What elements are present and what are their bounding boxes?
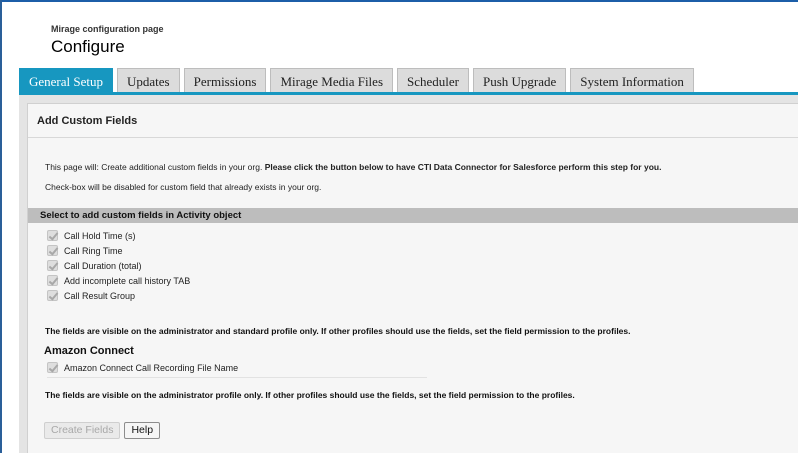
page-header: Mirage configuration page Configure	[51, 24, 164, 57]
tab-general-setup[interactable]: General Setup	[19, 68, 114, 93]
help-button[interactable]: Help	[124, 422, 161, 439]
recording-file-name-checkbox[interactable]	[47, 362, 58, 373]
window-left-border	[0, 0, 2, 453]
list-item: Call Result Group	[47, 288, 190, 303]
checkbox-label: Call Ring Time	[64, 245, 123, 256]
checkbox-note: Check-box will be disabled for custom fi…	[45, 182, 322, 192]
button-row: Create Fields Help	[44, 422, 164, 439]
list-item: Call Duration (total)	[47, 258, 190, 273]
tab-mirage-media-files[interactable]: Mirage Media Files	[270, 68, 394, 93]
list-item: Amazon Connect Call Recording File Name	[47, 360, 427, 375]
call-hold-time-checkbox[interactable]	[47, 230, 58, 241]
tab-push-upgrade[interactable]: Push Upgrade	[473, 68, 567, 93]
call-result-group-checkbox[interactable]	[47, 290, 58, 301]
tab-scheduler[interactable]: Scheduler	[397, 68, 469, 93]
list-item: Call Ring Time	[47, 243, 190, 258]
intro-bold-text: Please click the button below to have CT…	[264, 162, 662, 172]
incomplete-call-history-checkbox[interactable]	[47, 275, 58, 286]
call-ring-time-checkbox[interactable]	[47, 245, 58, 256]
list-item: Call Hold Time (s)	[47, 228, 190, 243]
tab-permissions[interactable]: Permissions	[183, 68, 267, 93]
activity-heading: Select to add custom fields in Activity …	[28, 208, 798, 223]
checkbox-label: Add incomplete call history TAB	[64, 275, 191, 286]
custom-fields-section: Add Custom Fields This page will: Create…	[27, 103, 798, 453]
window-top-border	[0, 0, 798, 2]
checkbox-label: Amazon Connect Call Recording File Name	[64, 362, 239, 373]
activity-visibility-note: The fields are visible on the administra…	[45, 326, 631, 336]
tab-bar: General Setup Updates Permissions Mirage…	[19, 68, 698, 93]
page-title: Configure	[51, 37, 125, 56]
create-fields-button[interactable]: Create Fields	[44, 422, 121, 439]
activity-field-list: Call Hold Time (s) Call Ring Time Call D…	[47, 228, 190, 303]
amazon-field-list: Amazon Connect Call Recording File Name	[47, 360, 427, 378]
amazon-connect-heading: Amazon Connect	[44, 345, 134, 357]
intro-text: This page will: Create additional custom…	[45, 162, 661, 172]
checkbox-label: Call Duration (total)	[64, 260, 142, 271]
intro-plain-text: This page will: Create additional custom…	[45, 162, 265, 172]
checkbox-label: Call Result Group	[64, 290, 136, 301]
tab-updates[interactable]: Updates	[117, 68, 180, 93]
page-subtitle: Mirage configuration page	[51, 24, 164, 34]
amazon-visibility-note: The fields are visible on the administra…	[45, 390, 575, 400]
checkbox-label: Call Hold Time (s)	[64, 230, 136, 241]
call-duration-checkbox[interactable]	[47, 260, 58, 271]
list-item: Add incomplete call history TAB	[47, 273, 190, 288]
section-title: Add Custom Fields	[28, 104, 798, 138]
content-panel: Add Custom Fields This page will: Create…	[19, 95, 798, 453]
tab-system-information[interactable]: System Information	[570, 68, 694, 93]
